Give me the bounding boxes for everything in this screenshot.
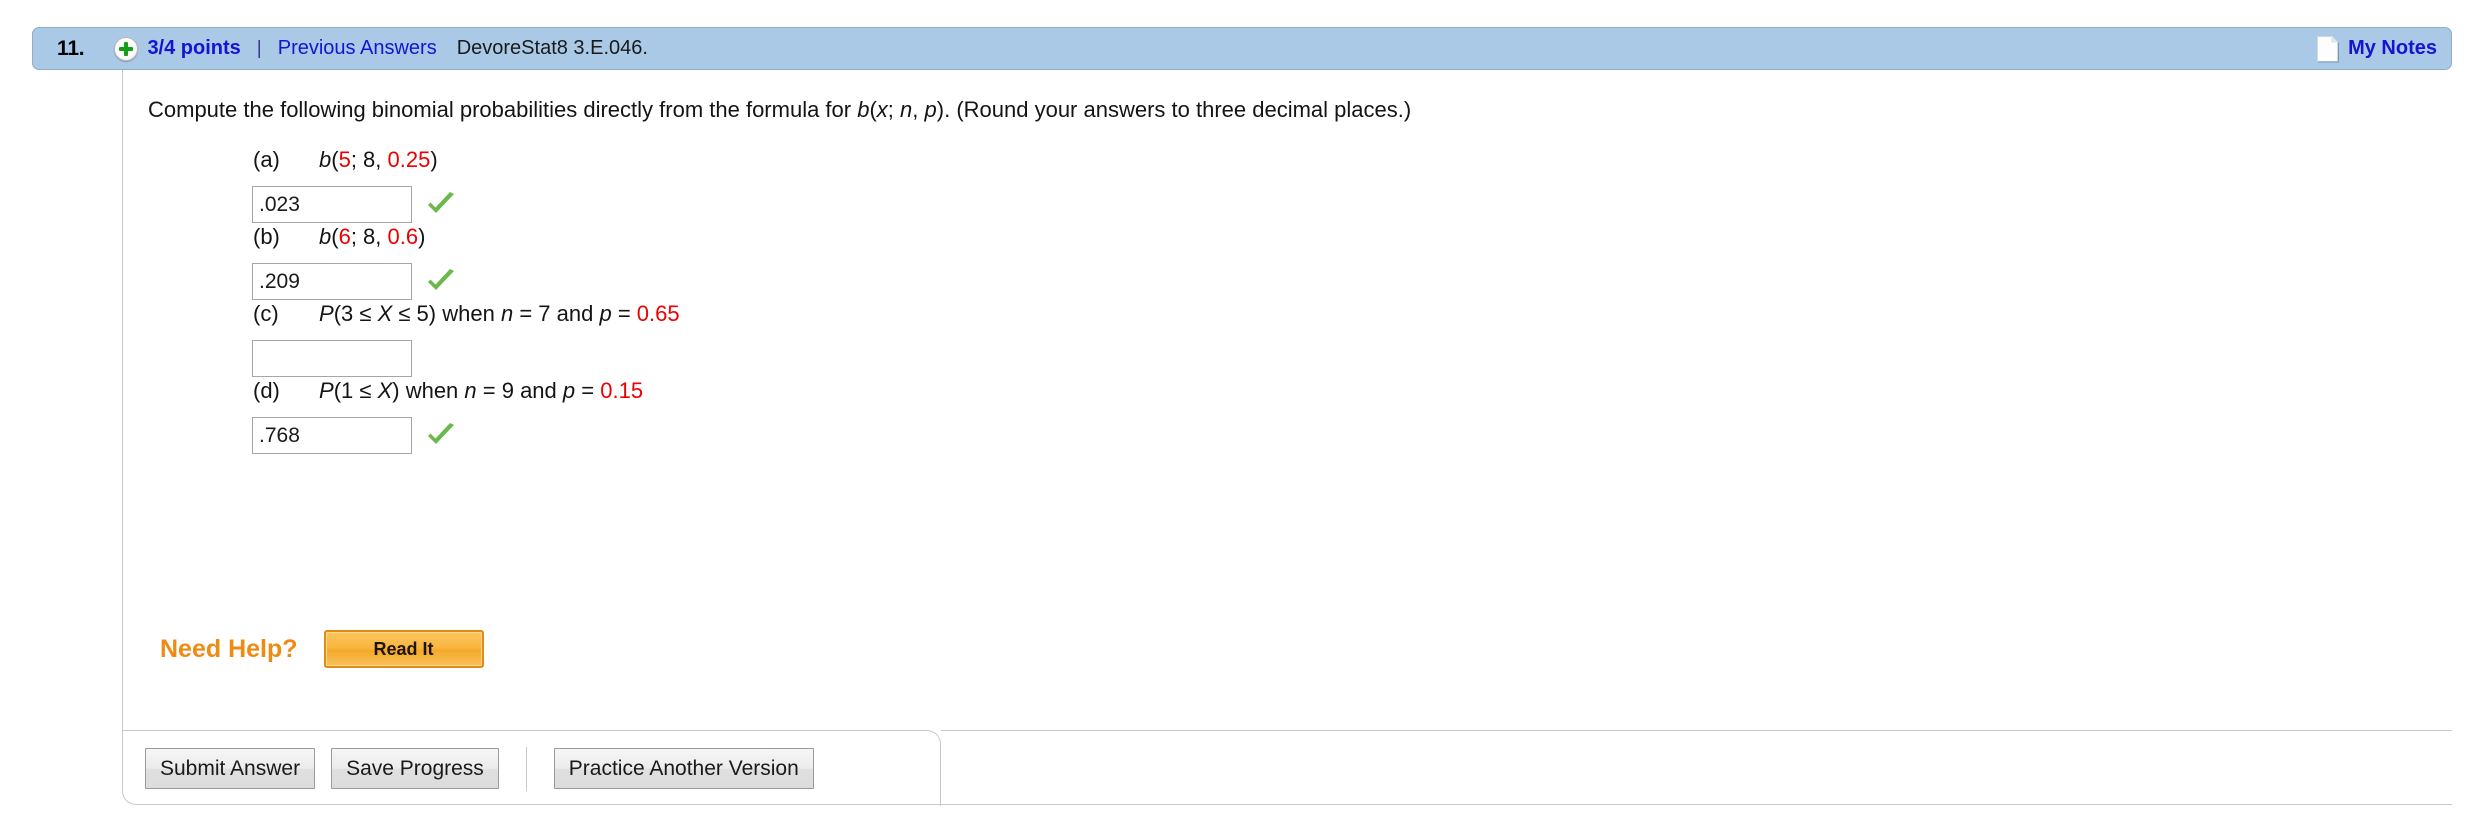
- prompt-formula-x: x: [876, 97, 888, 122]
- part-d-n-symbol: n: [464, 378, 477, 403]
- part-d-open: (1 ≤: [333, 378, 378, 403]
- my-notes-group[interactable]: My Notes: [2317, 35, 2437, 62]
- need-help-label: Need Help?: [160, 634, 298, 663]
- prompt-formula-comma: ,: [912, 97, 925, 122]
- save-progress-button[interactable]: Save Progress: [331, 748, 499, 789]
- previous-answers-link[interactable]: Previous Answers: [278, 37, 437, 60]
- green-check-icon: [426, 191, 456, 218]
- prompt-formula-semi: ;: [887, 97, 901, 122]
- part-c-answer-row: [252, 340, 680, 377]
- question-header: 11. 3/4 points | Previous Answers Devore…: [32, 27, 2452, 70]
- part-d-answer-row: [252, 417, 643, 454]
- question-number: 11.: [57, 36, 85, 60]
- submit-answer-button[interactable]: Submit Answer: [145, 748, 316, 789]
- part-d-letter: (d): [253, 378, 280, 403]
- part-a-open: (: [331, 147, 339, 172]
- prompt-formula-p: p: [924, 97, 937, 122]
- note-page-icon[interactable]: [2317, 35, 2339, 62]
- part-d-mid: ): [392, 378, 400, 403]
- part-b-open: (: [331, 224, 339, 249]
- prompt-formula-n: n: [900, 97, 913, 122]
- part-d-n-value: = 9 and: [476, 378, 563, 403]
- plus-circle-icon[interactable]: [114, 36, 139, 61]
- prompt-formula-close: ): [936, 97, 945, 122]
- part-d-equals: =: [575, 378, 601, 403]
- part-a-mid: ; 8,: [350, 147, 388, 172]
- part-d-answer-input[interactable]: [252, 417, 412, 454]
- part-c-var: X: [377, 301, 393, 326]
- green-check-icon: [426, 422, 456, 449]
- question-header-left: 11. 3/4 points | Previous Answers Devore…: [57, 36, 2317, 61]
- prompt-text-1: Compute the following binomial probabili…: [148, 97, 858, 122]
- part-d-fn: P: [319, 378, 334, 403]
- question-part-d: (d) P(1 ≤ X) when n = 9 and p = 0.15: [252, 378, 643, 454]
- practice-another-version-button[interactable]: Practice Another Version: [553, 748, 814, 789]
- part-c-n-symbol: n: [500, 301, 514, 326]
- prompt-formula-open: (: [869, 97, 877, 122]
- part-c-letter: (c): [253, 301, 279, 326]
- part-b-arg2: 0.6: [387, 224, 419, 249]
- part-c-answer-input[interactable]: [252, 340, 412, 377]
- part-c-p-symbol: p: [599, 301, 612, 326]
- part-b-letter: (b): [253, 224, 280, 249]
- part-a-answer-input[interactable]: [252, 186, 412, 223]
- need-help-section: Need Help? Read It: [160, 630, 484, 668]
- part-a-arg1: 5: [338, 147, 351, 172]
- part-a-fn: b: [319, 147, 332, 172]
- part-d-statement: (d) P(1 ≤ X) when n = 9 and p = 0.15: [253, 378, 643, 408]
- green-check-icon: [426, 268, 456, 295]
- part-a-expression: b(5; 8, 0.25): [319, 147, 438, 173]
- part-d-p-value: 0.15: [600, 378, 644, 403]
- part-d-when: when: [399, 378, 465, 403]
- part-d-p-symbol: p: [562, 378, 576, 403]
- prompt-text-2: . (Round your answers to three decimal p…: [944, 97, 1412, 122]
- part-a-answer-row: [252, 186, 456, 223]
- part-c-expression: P(3 ≤ X ≤ 5) when n = 7 and p = 0.65: [319, 301, 680, 327]
- question-part-b: (b) b(6; 8, 0.6): [252, 224, 456, 300]
- part-c-p-value: 0.65: [636, 301, 680, 326]
- action-bar-rule: [941, 730, 2452, 731]
- part-c-n-value: = 7 and: [513, 301, 600, 326]
- my-notes-label[interactable]: My Notes: [2348, 37, 2437, 60]
- part-b-fn: b: [319, 224, 332, 249]
- part-a-close: ): [430, 147, 438, 172]
- points-earned: 3/4 points: [147, 37, 241, 59]
- part-b-close: ): [418, 224, 426, 249]
- read-it-button[interactable]: Read It: [323, 630, 484, 668]
- part-b-answer-row: [252, 263, 456, 300]
- part-c-equals: =: [611, 301, 637, 326]
- part-a-arg2: 0.25: [387, 147, 431, 172]
- part-b-answer-input[interactable]: [252, 263, 412, 300]
- part-b-mid: ; 8,: [350, 224, 388, 249]
- part-a-letter: (a): [253, 147, 280, 172]
- part-c-mid: ≤ 5): [392, 301, 437, 326]
- button-separator: [525, 746, 527, 791]
- part-b-arg1: 6: [338, 224, 351, 249]
- header-separator: |: [256, 37, 262, 59]
- part-c-fn: P: [319, 301, 334, 326]
- prompt-formula-b: b: [857, 97, 870, 122]
- part-b-expression: b(6; 8, 0.6): [319, 224, 425, 250]
- part-d-expression: P(1 ≤ X) when n = 9 and p = 0.15: [319, 378, 643, 404]
- part-c-when: when: [436, 301, 501, 326]
- textbook-reference: DevoreStat8 3.E.046.: [456, 37, 648, 59]
- action-button-bar: Submit Answer Save Progress Practice Ano…: [123, 730, 941, 806]
- part-c-statement: (c) P(3 ≤ X ≤ 5) when n = 7 and p = 0.65: [253, 301, 680, 331]
- question-prompt: Compute the following binomial probabili…: [148, 97, 1411, 123]
- part-b-statement: (b) b(6; 8, 0.6): [253, 224, 456, 254]
- part-c-open: (3 ≤: [333, 301, 378, 326]
- question-part-a: (a) b(5; 8, 0.25): [252, 147, 456, 223]
- part-d-var: X: [377, 378, 393, 403]
- question-part-c: (c) P(3 ≤ X ≤ 5) when n = 7 and p = 0.65: [252, 301, 680, 377]
- part-a-statement: (a) b(5; 8, 0.25): [253, 147, 456, 177]
